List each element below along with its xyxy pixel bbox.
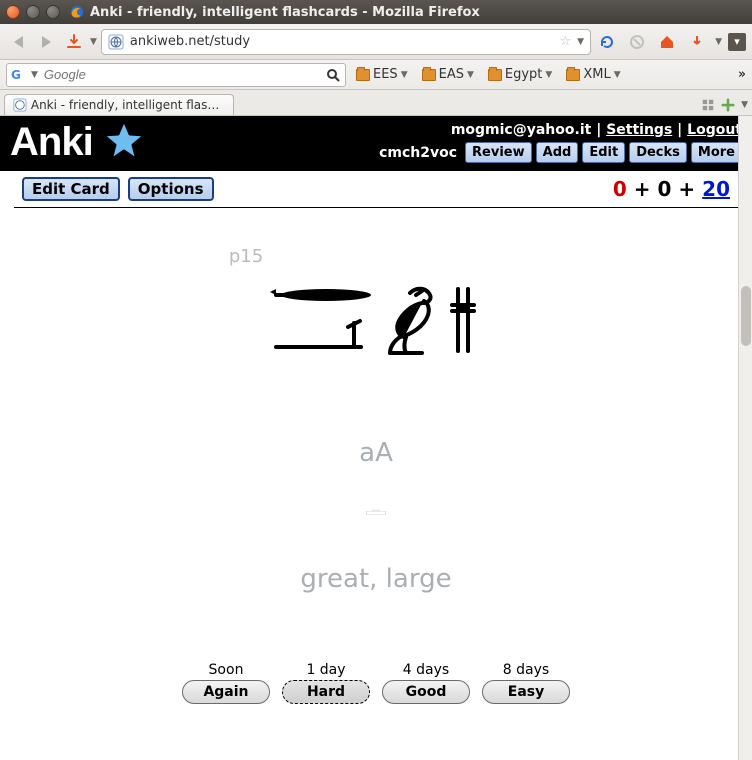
answer-easy-button[interactable]: Easy [482, 680, 570, 704]
home-button[interactable] [655, 30, 679, 54]
app-menu-button[interactable]: ▾ [728, 33, 746, 51]
edit-card-button[interactable]: Edit Card [22, 177, 120, 201]
google-icon: G [11, 67, 27, 83]
tabs-list-arrow[interactable]: ▼ [741, 100, 748, 110]
card-transliteration: aA [0, 438, 752, 468]
tab-strip: Anki - friendly, intelligent flash… ▼ [0, 90, 752, 116]
window-title: Anki - friendly, intelligent flashcards … [90, 5, 480, 20]
card-meaning: great, large [0, 564, 752, 594]
bookmark-folder-eas[interactable]: EAS ▼ [418, 65, 478, 84]
anki-star-icon [97, 118, 151, 166]
browser-tab[interactable]: Anki - friendly, intelligent flash… [4, 94, 234, 115]
deck-name: cmch2voc [379, 145, 457, 161]
card-determinative: 𓏛 [0, 494, 752, 524]
review-button[interactable]: Review [465, 142, 532, 163]
answer-hard: 1 day Hard [282, 662, 370, 704]
window-maximize-button[interactable] [46, 5, 60, 19]
window-titlebar: Anki - friendly, intelligent flashcards … [0, 0, 752, 24]
bookmark-folder-ees[interactable]: EES ▼ [352, 65, 412, 84]
card-reference: p15 [0, 246, 752, 267]
window-close-button[interactable] [6, 5, 20, 19]
tab-favicon [13, 98, 27, 112]
answer-hard-button[interactable]: Hard [282, 680, 370, 704]
user-email: mogmic@yahoo.it [451, 122, 592, 138]
answer-buttons-row: Soon Again 1 day Hard 4 days Good 8 days… [0, 662, 752, 704]
url-bar[interactable]: ankiweb.net/study ☆ ▼ [101, 29, 591, 55]
logout-link[interactable]: Logout [687, 122, 742, 138]
count-learn: 0 [658, 177, 672, 201]
stop-button[interactable] [625, 30, 649, 54]
bookmark-folder-egypt[interactable]: Egypt ▼ [484, 65, 556, 84]
reload-button[interactable] [595, 30, 619, 54]
url-text: ankiweb.net/study [130, 34, 554, 49]
bookmarks-toolbar: G ▼ EES ▼ EAS ▼ Egypt ▼ XML ▼ » [0, 60, 752, 90]
settings-link[interactable]: Settings [606, 122, 672, 138]
anki-header: Anki mogmic@yahoo.it | Settings | Logout… [0, 116, 752, 171]
bookmark-label: EES [373, 67, 398, 82]
answer-easy: 8 days Easy [482, 662, 570, 704]
edit-button[interactable]: Edit [582, 142, 625, 163]
card-hieroglyphs [266, 281, 486, 378]
search-icon[interactable] [325, 67, 341, 83]
count-due: 20 [702, 177, 730, 201]
scrollbar-thumb[interactable] [741, 286, 751, 346]
folder-icon [566, 69, 580, 81]
firefox-icon [70, 5, 84, 19]
downloads-menu-arrow[interactable]: ▼ [90, 37, 97, 47]
forward-button[interactable] [34, 30, 58, 54]
bookmark-label: XML [583, 67, 610, 82]
search-engine-arrow[interactable]: ▼ [31, 70, 38, 80]
svg-text:G: G [11, 68, 21, 82]
answer-good-button[interactable]: Good [382, 680, 470, 704]
answer-interval: 8 days [503, 662, 549, 678]
count-new: 0 [613, 177, 627, 201]
study-top-row: Edit Card Options 0 + 0 + 20 [0, 171, 752, 205]
answer-interval: 4 days [403, 662, 449, 678]
browser-nav-toolbar: ▼ ankiweb.net/study ☆ ▼ ▼ ▾ [0, 24, 752, 60]
addon-menu-arrow[interactable]: ▼ [715, 37, 722, 47]
more-button[interactable]: More [691, 142, 742, 163]
answer-interval: 1 day [306, 662, 345, 678]
card-counts: 0 + 0 + 20 [613, 177, 730, 201]
add-button[interactable]: Add [536, 142, 579, 163]
back-button[interactable] [6, 30, 30, 54]
bookmarks-overflow-icon[interactable]: » [738, 67, 746, 82]
decks-button[interactable]: Decks [629, 142, 687, 163]
downloads-button[interactable] [62, 30, 86, 54]
window-minimize-button[interactable] [26, 5, 40, 19]
options-button[interactable]: Options [128, 177, 214, 201]
folder-icon [488, 69, 502, 81]
folder-icon [356, 69, 370, 81]
bookmark-star-icon[interactable]: ☆ [560, 34, 572, 49]
tab-groups-icon[interactable] [701, 98, 715, 112]
anki-logo-text: Anki [10, 120, 93, 165]
answer-interval: Soon [209, 662, 244, 678]
search-input[interactable] [42, 66, 321, 83]
anki-logo[interactable]: Anki [10, 118, 151, 166]
answer-again-button[interactable]: Again [182, 680, 270, 704]
new-tab-button[interactable] [721, 98, 735, 112]
site-identity-icon[interactable] [108, 34, 124, 50]
folder-icon [422, 69, 436, 81]
study-separator [14, 207, 738, 208]
bookmark-label: Egypt [505, 67, 543, 82]
search-box[interactable]: G ▼ [6, 63, 346, 87]
answer-again: Soon Again [182, 662, 270, 704]
page-scrollbar[interactable] [738, 116, 752, 760]
tab-title: Anki - friendly, intelligent flash… [31, 98, 225, 112]
url-history-arrow[interactable]: ▼ [577, 37, 584, 47]
flashcard: p15 [0, 246, 752, 594]
page-content: Anki mogmic@yahoo.it | Settings | Logout… [0, 116, 752, 760]
addon-button[interactable] [685, 30, 709, 54]
bookmark-label: EAS [439, 67, 464, 82]
answer-good: 4 days Good [382, 662, 470, 704]
bookmark-folder-xml[interactable]: XML ▼ [562, 65, 624, 84]
